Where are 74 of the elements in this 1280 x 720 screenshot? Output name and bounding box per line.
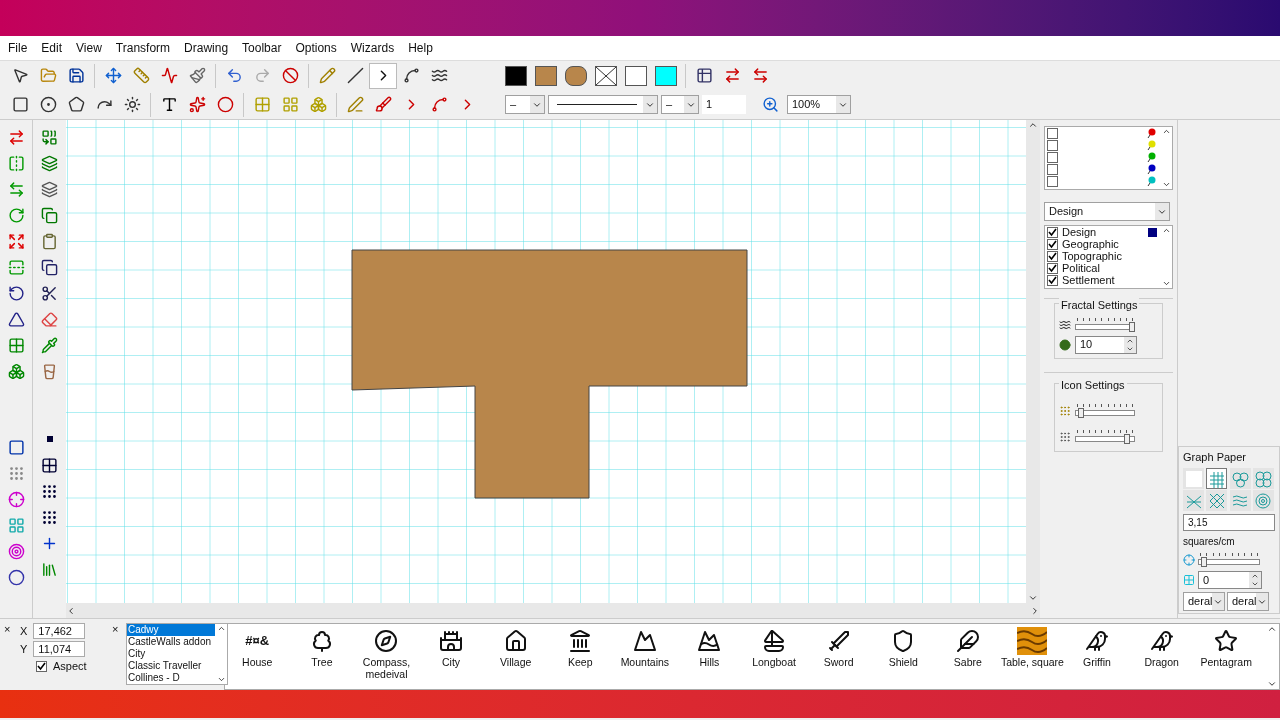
spin-field[interactable]: 10 (1075, 335, 1137, 354)
dash-combo[interactable]: – (505, 95, 545, 114)
panel-title: Fractal Settings (1059, 297, 1140, 314)
y-field[interactable]: 11,074 (33, 640, 86, 657)
menu-item[interactable]: Edit (41, 39, 63, 57)
close-icon[interactable]: × (4, 621, 11, 638)
symbol-item[interactable]: Shield (870, 624, 936, 689)
y-label: Y (20, 641, 28, 657)
line-end-combo[interactable]: – (661, 95, 699, 114)
line-width-field[interactable]: 1 (702, 95, 746, 114)
symbol-item[interactable]: Table, square (1000, 624, 1065, 689)
symbol-item[interactable]: Sabre (935, 624, 1001, 689)
close-icon[interactable]: × (112, 621, 119, 638)
symbol-label: Sword (823, 656, 854, 668)
menu-item[interactable]: Options (295, 39, 337, 57)
catalog-item[interactable]: City (127, 648, 215, 660)
symbol-label: City (442, 656, 461, 668)
style-combo[interactable]: deral (1227, 592, 1269, 611)
symbol-glyph: #¤& (245, 632, 270, 651)
symbol-item[interactable]: Village (483, 624, 548, 689)
symbol-label: Dragon (1144, 656, 1179, 668)
layer-name[interactable]: Topographic (1062, 250, 1157, 262)
catalog-item[interactable]: Cadwy (127, 624, 215, 636)
menu-item[interactable]: Toolbar (242, 39, 282, 57)
layer-combo[interactable]: Design (1044, 202, 1170, 221)
symbol-label: Shield (888, 656, 918, 668)
symbol-label: Sabre (953, 656, 982, 668)
symbol-item[interactable]: Sword (806, 624, 871, 689)
symbol-item[interactable]: Griffin (1064, 624, 1130, 689)
symbol-label: Table, square (1000, 656, 1064, 668)
symbol-label: Compass, medeival (362, 656, 411, 680)
layer-name[interactable]: Geographic (1062, 238, 1157, 250)
symbol-label: Griffin (1083, 656, 1111, 668)
catalog-item[interactable]: CastleWalls addon (127, 636, 215, 648)
symbol-item[interactable]: Dragon (1129, 624, 1194, 689)
x-label: X (20, 624, 28, 639)
symbol-label: Hills (699, 656, 720, 668)
catalog-item[interactable]: Collines - D (127, 672, 215, 684)
symbol-item[interactable]: Pentagram (1193, 624, 1259, 689)
unit-label: squares/cm (1183, 535, 1236, 549)
symbol-label: Keep (568, 656, 593, 668)
symbol-label: Pentagram (1200, 656, 1252, 668)
symbol-label: Mountains (620, 656, 670, 668)
symbol-item[interactable]: Longboat (741, 624, 807, 689)
x-field[interactable]: 17,462 (33, 623, 86, 640)
symbol-item[interactable]: Keep (547, 624, 613, 689)
symbol-item[interactable]: Tree (289, 624, 355, 689)
symbol-label: Tree (311, 656, 333, 668)
zoom-combo[interactable]: 100% (787, 95, 851, 114)
menu-item[interactable]: Help (408, 39, 433, 57)
menu-item[interactable]: Wizards (350, 39, 395, 57)
symbol-item[interactable]: Mountains (612, 624, 678, 689)
symbol-label: Longboat (752, 656, 796, 668)
menu-item[interactable]: View (76, 39, 102, 57)
scale-field[interactable]: 3,15 (1183, 514, 1275, 531)
symbol-item[interactable]: Compass, medeival (354, 624, 419, 689)
layer-list[interactable]: Design Geographic Topographic Political Settlement (1044, 225, 1173, 289)
layer-name[interactable]: Design (1062, 226, 1144, 238)
menu-item[interactable]: Transform (115, 39, 171, 57)
style-combo[interactable]: deral (1183, 592, 1225, 611)
aspect-label: Aspect (53, 659, 87, 674)
layer-name[interactable]: Political (1062, 262, 1157, 274)
symbol-item[interactable]: Hills (677, 624, 742, 689)
symbol-label: Village (500, 656, 532, 668)
symbol-item[interactable]: #¤& House (225, 624, 290, 689)
symbol-label: House (242, 656, 273, 668)
catalog-item[interactable]: Classic Traveller (127, 660, 215, 672)
panel-title: Graph Paper (1183, 449, 1247, 465)
menu-item[interactable]: File (8, 39, 28, 57)
spin-field[interactable]: 0 (1198, 571, 1262, 589)
layer-name[interactable]: Settlement (1062, 274, 1157, 286)
catalog-list[interactable]: Cadwy CastleWalls addon City Classic Traveller Collines - D (126, 623, 228, 685)
symbol-item[interactable]: City (418, 624, 484, 689)
menu-item[interactable]: Drawing (184, 39, 229, 57)
